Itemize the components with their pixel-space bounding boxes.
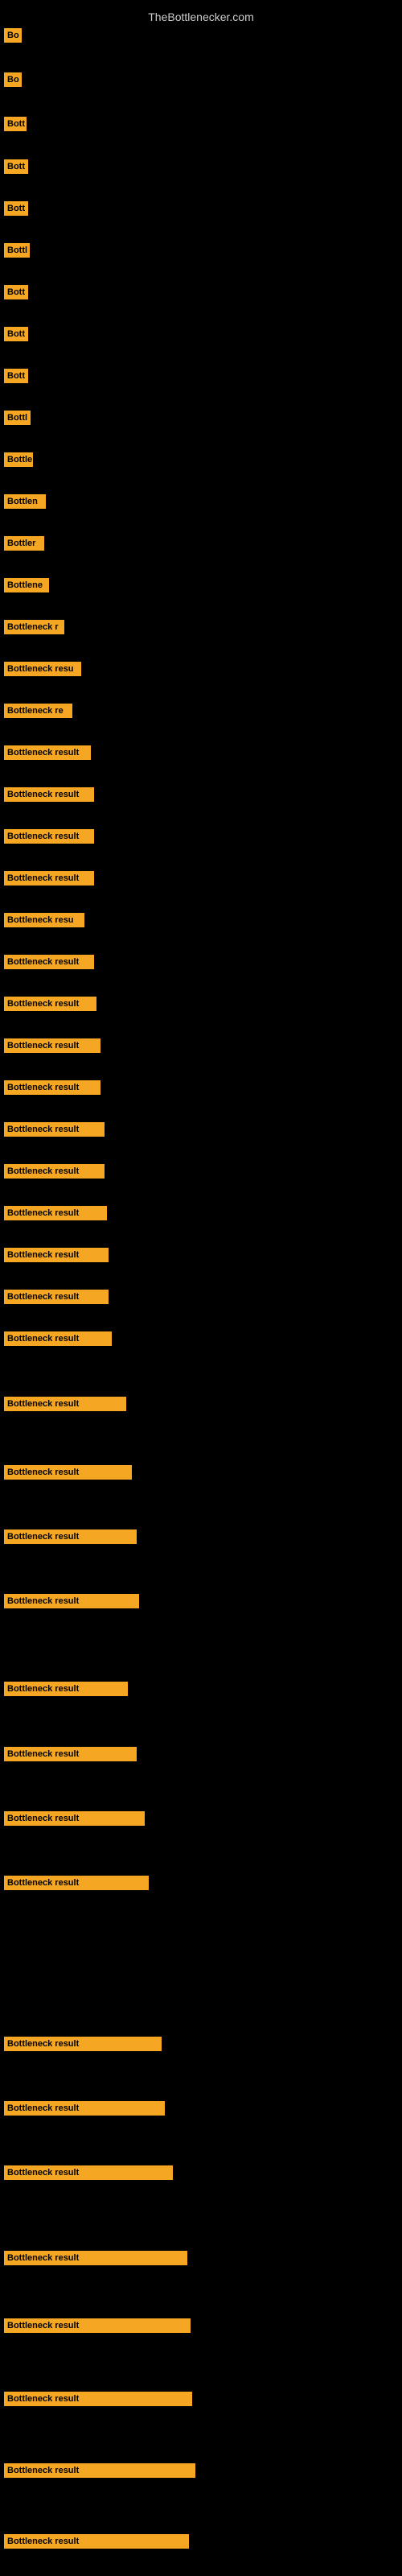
bottleneck-item: Bottleneck result — [4, 2037, 162, 2055]
bottleneck-label: Bottleneck result — [4, 1876, 149, 1890]
bottleneck-item: Bott — [4, 201, 28, 220]
bottleneck-item: Bottleneck result — [4, 2251, 187, 2269]
bottleneck-item: Bottleneck resu — [4, 662, 81, 680]
bottleneck-item: Bottleneck result — [4, 871, 94, 890]
bottleneck-item: Bottleneck r — [4, 620, 64, 638]
bottleneck-item: Bottleneck result — [4, 1465, 132, 1484]
bottleneck-item: Bottler — [4, 536, 44, 555]
bottleneck-label: Bottleneck result — [4, 2037, 162, 2051]
bottleneck-label: Bottleneck resu — [4, 913, 84, 927]
bottleneck-item: Bottleneck result — [4, 2101, 165, 2120]
bottleneck-label: Bottleneck result — [4, 1397, 126, 1411]
bottleneck-item: Bottleneck re — [4, 704, 72, 722]
bottleneck-item: Bottleneck result — [4, 1682, 128, 1700]
bottleneck-item: Bottleneck result — [4, 787, 94, 806]
bottleneck-item: Bottleneck result — [4, 2463, 195, 2482]
bottleneck-label: Bottleneck result — [4, 955, 94, 969]
bottleneck-item: Bottleneck result — [4, 1164, 105, 1183]
bottleneck-label: Bottleneck result — [4, 1038, 100, 1053]
bottleneck-item: Bottleneck result — [4, 1331, 112, 1350]
bottleneck-label: Bott — [4, 117, 27, 131]
bottleneck-item: Bottleneck result — [4, 2318, 191, 2337]
items-container: BoBoBottBottBottBottlBottBottBottBottlBo… — [0, 24, 402, 40]
bottleneck-item: Bottleneck result — [4, 955, 94, 973]
bottleneck-label: Bottleneck result — [4, 1080, 100, 1095]
bottleneck-label: Bottleneck result — [4, 1206, 107, 1220]
bottleneck-label: Bo — [4, 72, 22, 87]
bottleneck-label: Bo — [4, 28, 22, 43]
bottleneck-item: Bottleneck result — [4, 2534, 189, 2553]
bottleneck-label: Bottl — [4, 243, 30, 258]
bottleneck-item: Bottlen — [4, 494, 46, 513]
bottleneck-label: Bottleneck result — [4, 1594, 139, 1608]
bottleneck-label: Bottleneck result — [4, 2165, 173, 2180]
bottleneck-item: Bottleneck result — [4, 2165, 173, 2184]
bottleneck-label: Bottleneck result — [4, 1164, 105, 1179]
bottleneck-item: Bottleneck resu — [4, 913, 84, 931]
bottleneck-item: Bottleneck result — [4, 997, 96, 1015]
bottleneck-label: Bottleneck result — [4, 2534, 189, 2549]
bottleneck-label: Bottler — [4, 536, 44, 551]
bottleneck-label: Bottleneck result — [4, 2463, 195, 2478]
bottleneck-item: Bottleneck result — [4, 1811, 145, 1830]
bottleneck-label: Bottleneck result — [4, 1530, 137, 1544]
bottleneck-label: Bottle — [4, 452, 33, 467]
bottleneck-item: Bo — [4, 72, 22, 91]
bottleneck-label: Bottlen — [4, 494, 46, 509]
bottleneck-label: Bottleneck result — [4, 1465, 132, 1480]
bottleneck-label: Bott — [4, 369, 28, 383]
bottleneck-item: Bottleneck result — [4, 829, 94, 848]
bottleneck-label: Bottleneck result — [4, 745, 91, 760]
bottleneck-item: Bottleneck result — [4, 1248, 109, 1266]
bottleneck-label: Bottl — [4, 411, 31, 425]
bottleneck-label: Bottleneck result — [4, 2318, 191, 2333]
bottleneck-item: Bo — [4, 28, 22, 47]
bottleneck-item: Bottleneck result — [4, 1206, 107, 1224]
bottleneck-label: Bott — [4, 159, 28, 174]
bottleneck-item: Bottleneck result — [4, 1122, 105, 1141]
bottleneck-item: Bottlene — [4, 578, 49, 597]
bottleneck-item: Bottl — [4, 243, 30, 262]
bottleneck-label: Bottleneck result — [4, 1331, 112, 1346]
bottleneck-label: Bott — [4, 327, 28, 341]
bottleneck-item: Bott — [4, 159, 28, 178]
bottleneck-label: Bottleneck result — [4, 829, 94, 844]
bottleneck-item: Bottleneck result — [4, 745, 91, 764]
bottleneck-item: Bottleneck result — [4, 1747, 137, 1765]
bottleneck-label: Bott — [4, 201, 28, 216]
bottleneck-item: Bottle — [4, 452, 33, 471]
bottleneck-item: Bottleneck result — [4, 2392, 192, 2410]
bottleneck-item: Bottleneck result — [4, 1038, 100, 1057]
bottleneck-item: Bottleneck result — [4, 1594, 139, 1612]
bottleneck-label: Bott — [4, 285, 28, 299]
bottleneck-label: Bottleneck result — [4, 1290, 109, 1304]
bottleneck-label: Bottleneck result — [4, 871, 94, 886]
bottleneck-label: Bottleneck result — [4, 2101, 165, 2116]
bottleneck-label: Bottleneck result — [4, 2251, 187, 2265]
bottleneck-label: Bottleneck result — [4, 997, 96, 1011]
bottleneck-label: Bottleneck result — [4, 1682, 128, 1696]
bottleneck-label: Bottleneck r — [4, 620, 64, 634]
bottleneck-item: Bottleneck result — [4, 1290, 109, 1308]
bottleneck-label: Bottleneck result — [4, 2392, 192, 2406]
bottleneck-label: Bottleneck resu — [4, 662, 81, 676]
bottleneck-item: Bottleneck result — [4, 1530, 137, 1548]
bottleneck-label: Bottleneck re — [4, 704, 72, 718]
bottleneck-item: Bott — [4, 285, 28, 303]
bottleneck-label: Bottleneck result — [4, 1811, 145, 1826]
bottleneck-item: Bott — [4, 117, 27, 135]
bottleneck-item: Bott — [4, 369, 28, 387]
bottleneck-label: Bottleneck result — [4, 1747, 137, 1761]
bottleneck-label: Bottleneck result — [4, 1122, 105, 1137]
bottleneck-item: Bott — [4, 327, 28, 345]
bottleneck-item: Bottleneck result — [4, 1876, 149, 1894]
bottleneck-item: Bottl — [4, 411, 31, 429]
bottleneck-label: Bottlene — [4, 578, 49, 592]
bottleneck-item: Bottleneck result — [4, 1080, 100, 1099]
bottleneck-label: Bottleneck result — [4, 787, 94, 802]
bottleneck-item: Bottleneck result — [4, 1397, 126, 1415]
bottleneck-label: Bottleneck result — [4, 1248, 109, 1262]
